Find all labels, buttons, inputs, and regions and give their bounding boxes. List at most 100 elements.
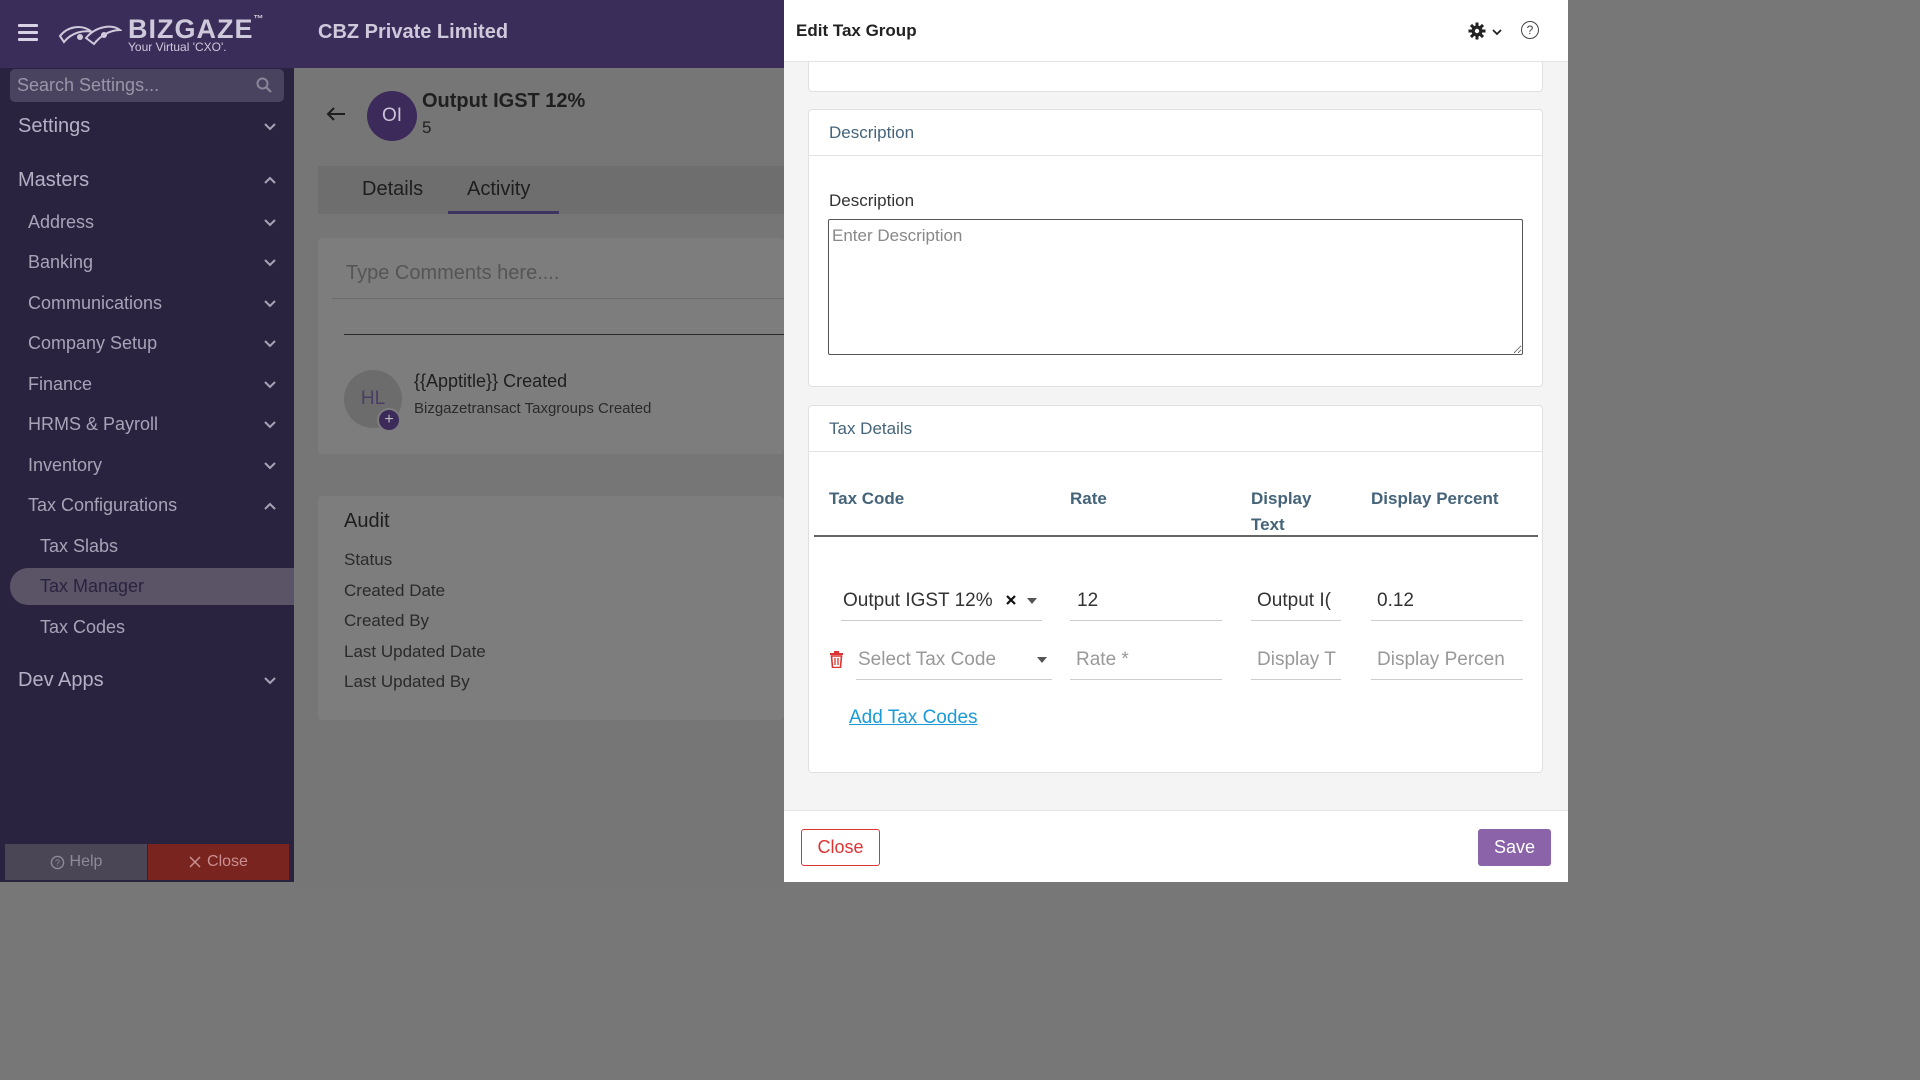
sidebar-close-label: Close	[207, 853, 248, 870]
display-text-input-box[interactable]	[1251, 640, 1341, 679]
sidebar-item-hrms[interactable]: HRMS & Payroll	[28, 414, 158, 435]
sidebar-item-company-setup[interactable]: Company Setup	[28, 333, 157, 354]
audit-row: Created Date	[344, 581, 446, 600]
edit-tax-group-drawer: Description Description Tax Details Tax …	[784, 0, 1568, 882]
divider	[332, 298, 784, 299]
activity-title: {{Apptitle}} Created	[414, 371, 568, 391]
chevron-up-icon[interactable]	[264, 502, 276, 510]
rate-field[interactable]: 12	[1070, 581, 1222, 621]
chevron-down-icon[interactable]	[264, 259, 276, 267]
tax-details-section-title: Tax Details	[829, 419, 913, 438]
help-button[interactable]: ? Help	[5, 844, 147, 880]
top-bar: BIZGAZE™ Your Virtual 'CXO'. CBZ Private…	[0, 0, 784, 68]
drawer-header: Edit Tax Group ?	[784, 0, 1568, 62]
back-arrow-icon[interactable]	[326, 106, 346, 122]
chevron-down-icon[interactable]	[1492, 29, 1502, 36]
divider	[344, 334, 784, 335]
trash-icon[interactable]	[829, 651, 844, 668]
sidebar-item-finance[interactable]: Finance	[28, 374, 92, 395]
main-content: OI Output IGST 12% 5 Details Activity Ty…	[294, 68, 784, 882]
sidebar-item-address[interactable]: Address	[28, 212, 94, 233]
drawer-title: Edit Tax Group	[796, 21, 917, 40]
tab-details[interactable]: Details	[362, 178, 423, 201]
audit-card: Audit Status Created Date Created By Las…	[318, 496, 784, 720]
description-section-title: Description	[829, 123, 915, 142]
gear-icon[interactable]	[1468, 22, 1486, 40]
record-tabs: Details Activity	[318, 166, 784, 214]
chevron-down-icon[interactable]	[264, 123, 276, 131]
sidebar-item-tax-configurations[interactable]: Tax Configurations	[28, 495, 177, 516]
caret-down-icon[interactable]	[1037, 657, 1047, 663]
clear-icon[interactable]	[1005, 594, 1017, 606]
chevron-down-icon[interactable]	[264, 381, 276, 389]
settings-search-input[interactable]	[10, 69, 284, 102]
tax-code-value: Output IGST 12%	[843, 590, 993, 611]
audit-row: Status	[344, 550, 393, 569]
display-percent-input-box[interactable]	[1371, 640, 1523, 679]
bizgaze-logo: BIZGAZE™ Your Virtual 'CXO'.	[58, 14, 264, 56]
sidebar: Settings Masters Address Banking Communi…	[0, 0, 294, 882]
sidebar-item-tax-slabs[interactable]: Tax Slabs	[40, 536, 118, 557]
hamburger-menu-icon[interactable]	[18, 24, 38, 42]
display-percent-field[interactable]: 0.12	[1371, 581, 1523, 621]
logo-tagline: Your Virtual 'CXO'.	[128, 40, 227, 54]
caret-down-icon[interactable]	[1027, 598, 1037, 604]
help-label: Help	[69, 853, 103, 870]
chevron-down-icon[interactable]	[264, 340, 276, 348]
panel-header: Description	[809, 110, 1542, 156]
display-text-field[interactable]: Output I(	[1251, 581, 1341, 621]
rate-input[interactable]	[1070, 640, 1222, 680]
tax-details-panel: Tax Details Tax Code Rate Display Text D…	[808, 405, 1543, 773]
settings-search-box[interactable]	[10, 69, 284, 102]
activity-subtitle: Bizgazetransact Taxgroups Created	[414, 400, 652, 417]
nav-section-dev-apps[interactable]: Dev Apps	[18, 669, 104, 692]
sidebar-item-banking[interactable]: Banking	[28, 252, 93, 273]
audit-row: Created By	[344, 611, 430, 630]
select-tax-code-dropdown[interactable]: Select Tax Code	[856, 640, 1052, 680]
audit-row: Last Updated Date	[344, 642, 486, 661]
tax-code-select[interactable]: Output IGST 12%	[841, 581, 1042, 621]
display-percent-value: 0.12	[1377, 590, 1414, 611]
sidebar-close-button[interactable]: Close	[148, 844, 289, 880]
chevron-down-icon[interactable]	[264, 219, 276, 227]
chevron-down-icon[interactable]	[264, 421, 276, 429]
rate-input-box[interactable]	[1070, 640, 1222, 679]
sidebar-item-inventory[interactable]: Inventory	[28, 455, 102, 476]
record-title: Output IGST 12%	[422, 90, 586, 112]
close-button[interactable]: Close	[801, 829, 880, 866]
nav-section-masters[interactable]: Masters	[18, 169, 89, 192]
search-icon[interactable]	[256, 77, 272, 93]
chevron-down-icon[interactable]	[264, 300, 276, 308]
comment-input[interactable]: Type Comments here....	[346, 262, 559, 285]
description-textarea[interactable]	[828, 219, 1523, 355]
display-percent-input[interactable]	[1371, 640, 1523, 680]
nav-section-settings[interactable]: Settings	[18, 115, 90, 138]
add-tax-codes-link[interactable]: Add Tax Codes	[849, 707, 978, 729]
table-header-divider	[814, 535, 1538, 537]
rate-value: 12	[1077, 590, 1099, 611]
chevron-down-icon[interactable]	[264, 462, 276, 470]
audit-row: Last Updated By	[344, 672, 470, 691]
column-header-tax-code: Tax Code	[829, 489, 905, 508]
activity-card: Type Comments here.... HL + {{Apptitle}}…	[318, 238, 784, 454]
logo-mark-icon	[58, 25, 122, 46]
column-header-rate: Rate	[1070, 489, 1107, 508]
sidebar-item-tax-manager[interactable]: Tax Manager	[40, 576, 144, 597]
help-icon[interactable]: ?	[1521, 21, 1539, 39]
display-text-value: Output I(	[1257, 590, 1331, 611]
sidebar-item-communications[interactable]: Communications	[28, 293, 162, 314]
save-button[interactable]: Save	[1478, 829, 1551, 866]
description-label: Description	[829, 191, 915, 210]
sidebar-item-tax-codes[interactable]: Tax Codes	[40, 617, 125, 638]
tab-activity[interactable]: Activity	[467, 178, 530, 201]
chevron-down-icon[interactable]	[264, 677, 276, 685]
record-avatar: OI	[367, 91, 417, 141]
svg-text:?: ?	[54, 857, 59, 867]
chevron-up-icon[interactable]	[264, 176, 276, 184]
drawer-footer: Close Save	[784, 810, 1568, 882]
display-text-input[interactable]	[1251, 640, 1341, 680]
audit-title: Audit	[344, 510, 390, 532]
plus-icon[interactable]: +	[377, 408, 401, 432]
close-icon	[189, 856, 201, 868]
column-header-display-percent: Display Percent	[1371, 489, 1499, 508]
